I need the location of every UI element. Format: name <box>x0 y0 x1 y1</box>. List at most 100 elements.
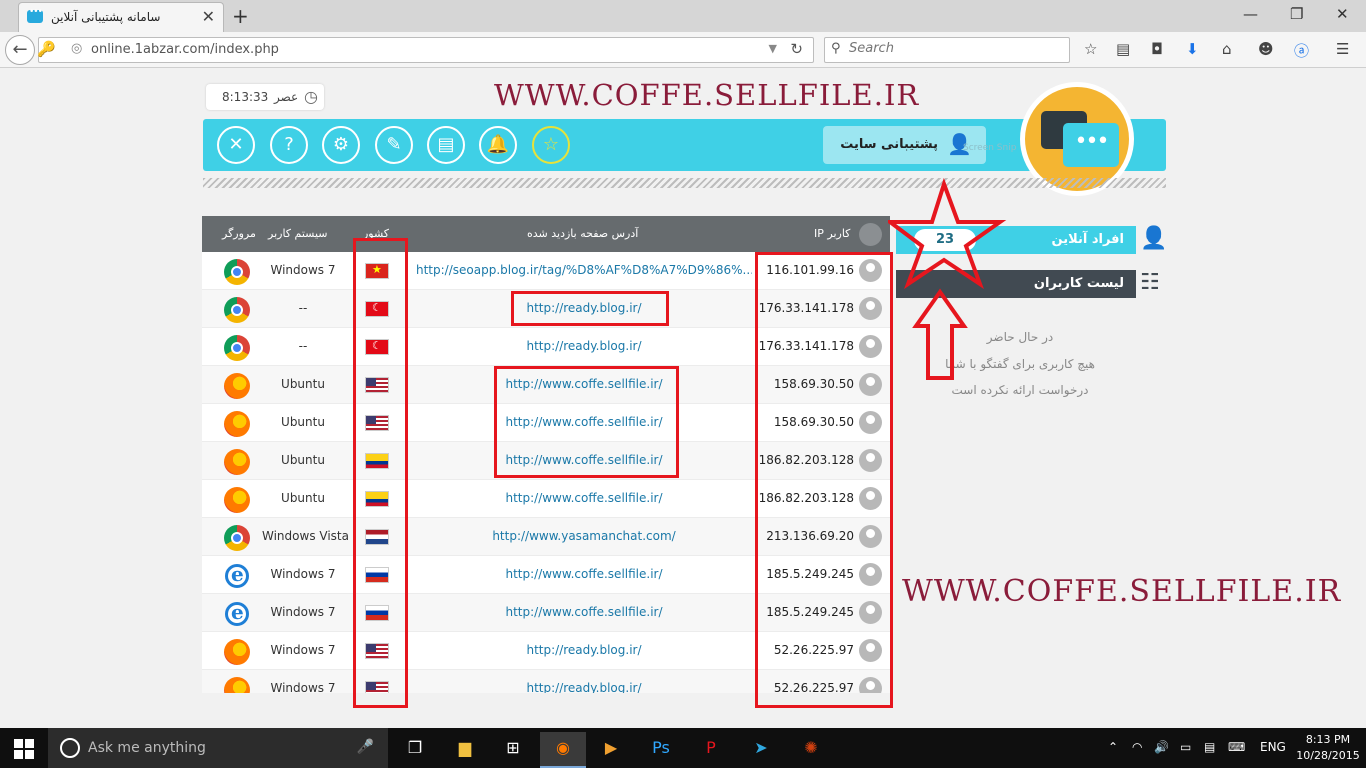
p-app-icon[interactable]: P <box>688 732 734 768</box>
store-icon[interactable]: ⊞ <box>490 732 536 768</box>
wifi-icon[interactable]: ◠ <box>1132 740 1142 754</box>
favorite-star-button[interactable]: ☆ <box>532 126 570 164</box>
game-app-icon[interactable]: ✺ <box>788 732 834 768</box>
reading-list-icon[interactable]: ▤ <box>1116 40 1130 58</box>
header-os: سیستم کاربر <box>268 227 328 240</box>
visited-url-link[interactable]: http://seoapp.blog.ir/tag/%D8%AF%D8%A7%D… <box>416 263 752 277</box>
notifications-button[interactable]: 🔔 <box>479 126 517 164</box>
watermark-top: WWW.COFFE.SELLFILE.IR <box>494 78 920 112</box>
cortana-ring-icon <box>60 738 80 758</box>
annotation-url-box-2 <box>494 366 679 478</box>
cortana-search[interactable]: Ask me anything 🎤 <box>48 728 388 768</box>
support-label: پشتیبانی سایت <box>840 137 938 152</box>
file-explorer-icon[interactable]: ▆ <box>442 732 488 768</box>
back-button[interactable]: ← <box>5 35 35 65</box>
firefox-icon <box>224 639 250 665</box>
close-circle-button[interactable]: ✕ <box>217 126 255 164</box>
account-icon[interactable]: ⓐ <box>1294 40 1309 61</box>
clock-time: 8:13:33 <box>222 90 269 104</box>
os-cell: Ubuntu <box>281 491 325 505</box>
visited-url-link[interactable]: http://www.coffe.sellfile.ir/ <box>416 567 752 581</box>
person-icon: 👤 <box>1140 226 1168 251</box>
language-indicator[interactable]: ENG <box>1260 740 1286 754</box>
chrome-icon <box>224 335 250 361</box>
tray-chevron-icon[interactable]: ⌃ <box>1108 740 1118 754</box>
media-player-icon[interactable]: ▶ <box>588 732 634 768</box>
annotation-star-arrow <box>888 177 1007 380</box>
cortana-text: Ask me anything <box>88 740 206 756</box>
bookmark-star-icon[interactable]: ☆ <box>1084 40 1097 58</box>
browser-tab[interactable]: سامانه پشتیبانی آنلاین ✕ <box>18 2 224 32</box>
menu-icon[interactable]: ☰ <box>1336 40 1349 58</box>
close-tab-icon[interactable]: ✕ <box>202 7 215 26</box>
microphone-icon[interactable]: 🎤 <box>357 739 374 755</box>
firefox-icon <box>224 373 250 399</box>
hatched-divider <box>203 178 1166 188</box>
visited-url-link[interactable]: http://www.yasamanchat.com/ <box>416 529 752 543</box>
windows-start-icon[interactable] <box>14 739 34 759</box>
os-cell: Windows 7 <box>270 567 336 581</box>
header-ip: IP کاربر <box>814 227 851 240</box>
taskbar-clock[interactable]: 8:13 PM 10/28/2015 <box>1296 732 1360 764</box>
messages-button[interactable]: ▤ <box>427 126 465 164</box>
telegram-icon[interactable]: ➤ <box>738 732 784 768</box>
new-tab-icon[interactable]: + <box>232 4 249 28</box>
photoshop-icon[interactable]: Ps <box>638 732 684 768</box>
search-bar[interactable]: ⚲ <box>824 37 1070 63</box>
reload-icon[interactable]: ↻ <box>790 40 803 58</box>
os-cell: -- <box>298 339 308 353</box>
annotation-country-box <box>353 238 408 708</box>
home-icon[interactable]: ⌂ <box>1222 40 1232 58</box>
pocket-icon[interactable]: ◘ <box>1151 40 1163 58</box>
search-input[interactable] <box>849 41 1049 56</box>
volume-icon[interactable]: 🔊 <box>1154 740 1169 754</box>
tab-title: سامانه پشتیبانی آنلاین <box>51 10 161 24</box>
firefox-icon <box>224 411 250 437</box>
firefox-icon <box>224 487 250 513</box>
visited-url-link[interactable]: http://ready.blog.ir/ <box>416 339 752 353</box>
visited-url-link[interactable]: http://ready.blog.ir/ <box>416 681 752 693</box>
ie-icon <box>225 600 249 626</box>
download-icon[interactable]: ⬇ <box>1186 40 1199 58</box>
firefox-icon <box>224 677 250 693</box>
annotation-url-box-1 <box>511 291 669 326</box>
minimize-icon[interactable]: — <box>1243 5 1258 23</box>
header-page: آدرس صفحه بازدید شده <box>527 227 639 240</box>
visited-url-link[interactable]: http://ready.blog.ir/ <box>416 643 752 657</box>
keyboard-icon[interactable]: ⌨ <box>1228 740 1245 754</box>
tab-strip: سامانه پشتیبانی آنلاین ✕ + — ❐ ✕ <box>0 0 1366 32</box>
visited-url-link[interactable]: http://www.coffe.sellfile.ir/ <box>416 605 752 619</box>
battery-icon[interactable]: ▭ <box>1180 740 1191 754</box>
emoji-icon[interactable]: ☻ <box>1258 40 1274 58</box>
chrome-icon <box>224 525 250 551</box>
users-list-label: لیست کاربران <box>1033 276 1124 291</box>
restore-icon[interactable]: ❐ <box>1290 5 1303 23</box>
taskbar-date: 10/28/2015 <box>1296 749 1360 762</box>
os-cell: Ubuntu <box>281 453 325 467</box>
chrome-icon <box>224 259 250 285</box>
site-support-pill[interactable]: پشتیبانی سایت 👤 <box>823 126 986 164</box>
clock-widget: 8:13:33 عصر ◷ <box>206 84 324 110</box>
edit-button[interactable]: ✎ <box>375 126 413 164</box>
firefox-icon <box>224 449 250 475</box>
os-cell: Windows 7 <box>270 263 336 277</box>
help-button[interactable]: ? <box>270 126 308 164</box>
notification-icon[interactable]: ▤ <box>1204 740 1215 754</box>
os-cell: Ubuntu <box>281 415 325 429</box>
settings-button[interactable]: ⚙ <box>322 126 360 164</box>
annotation-ip-box <box>755 252 893 708</box>
chat-favicon-icon <box>27 7 43 23</box>
dropdown-icon[interactable]: ▼ <box>769 42 777 55</box>
firefox-taskbar-icon[interactable]: ◉ <box>540 732 586 768</box>
close-window-icon[interactable]: ✕ <box>1336 5 1349 23</box>
header-avatar-icon <box>859 223 882 246</box>
globe-icon[interactable]: ◎ <box>71 41 82 56</box>
header-browser: مرورگر <box>222 227 256 240</box>
os-cell: Windows Vista <box>262 529 349 543</box>
url-bar[interactable]: 🔑 ◎ online.1abzar.com/index.php ▼ ↻ <box>37 37 814 63</box>
os-cell: Ubuntu <box>281 377 325 391</box>
visited-url-link[interactable]: http://www.coffe.sellfile.ir/ <box>416 491 752 505</box>
url-text: online.1abzar.com/index.php <box>91 42 279 57</box>
snip-label: Screen Snip <box>963 143 1017 153</box>
task-view-icon[interactable]: ❐ <box>392 732 438 768</box>
